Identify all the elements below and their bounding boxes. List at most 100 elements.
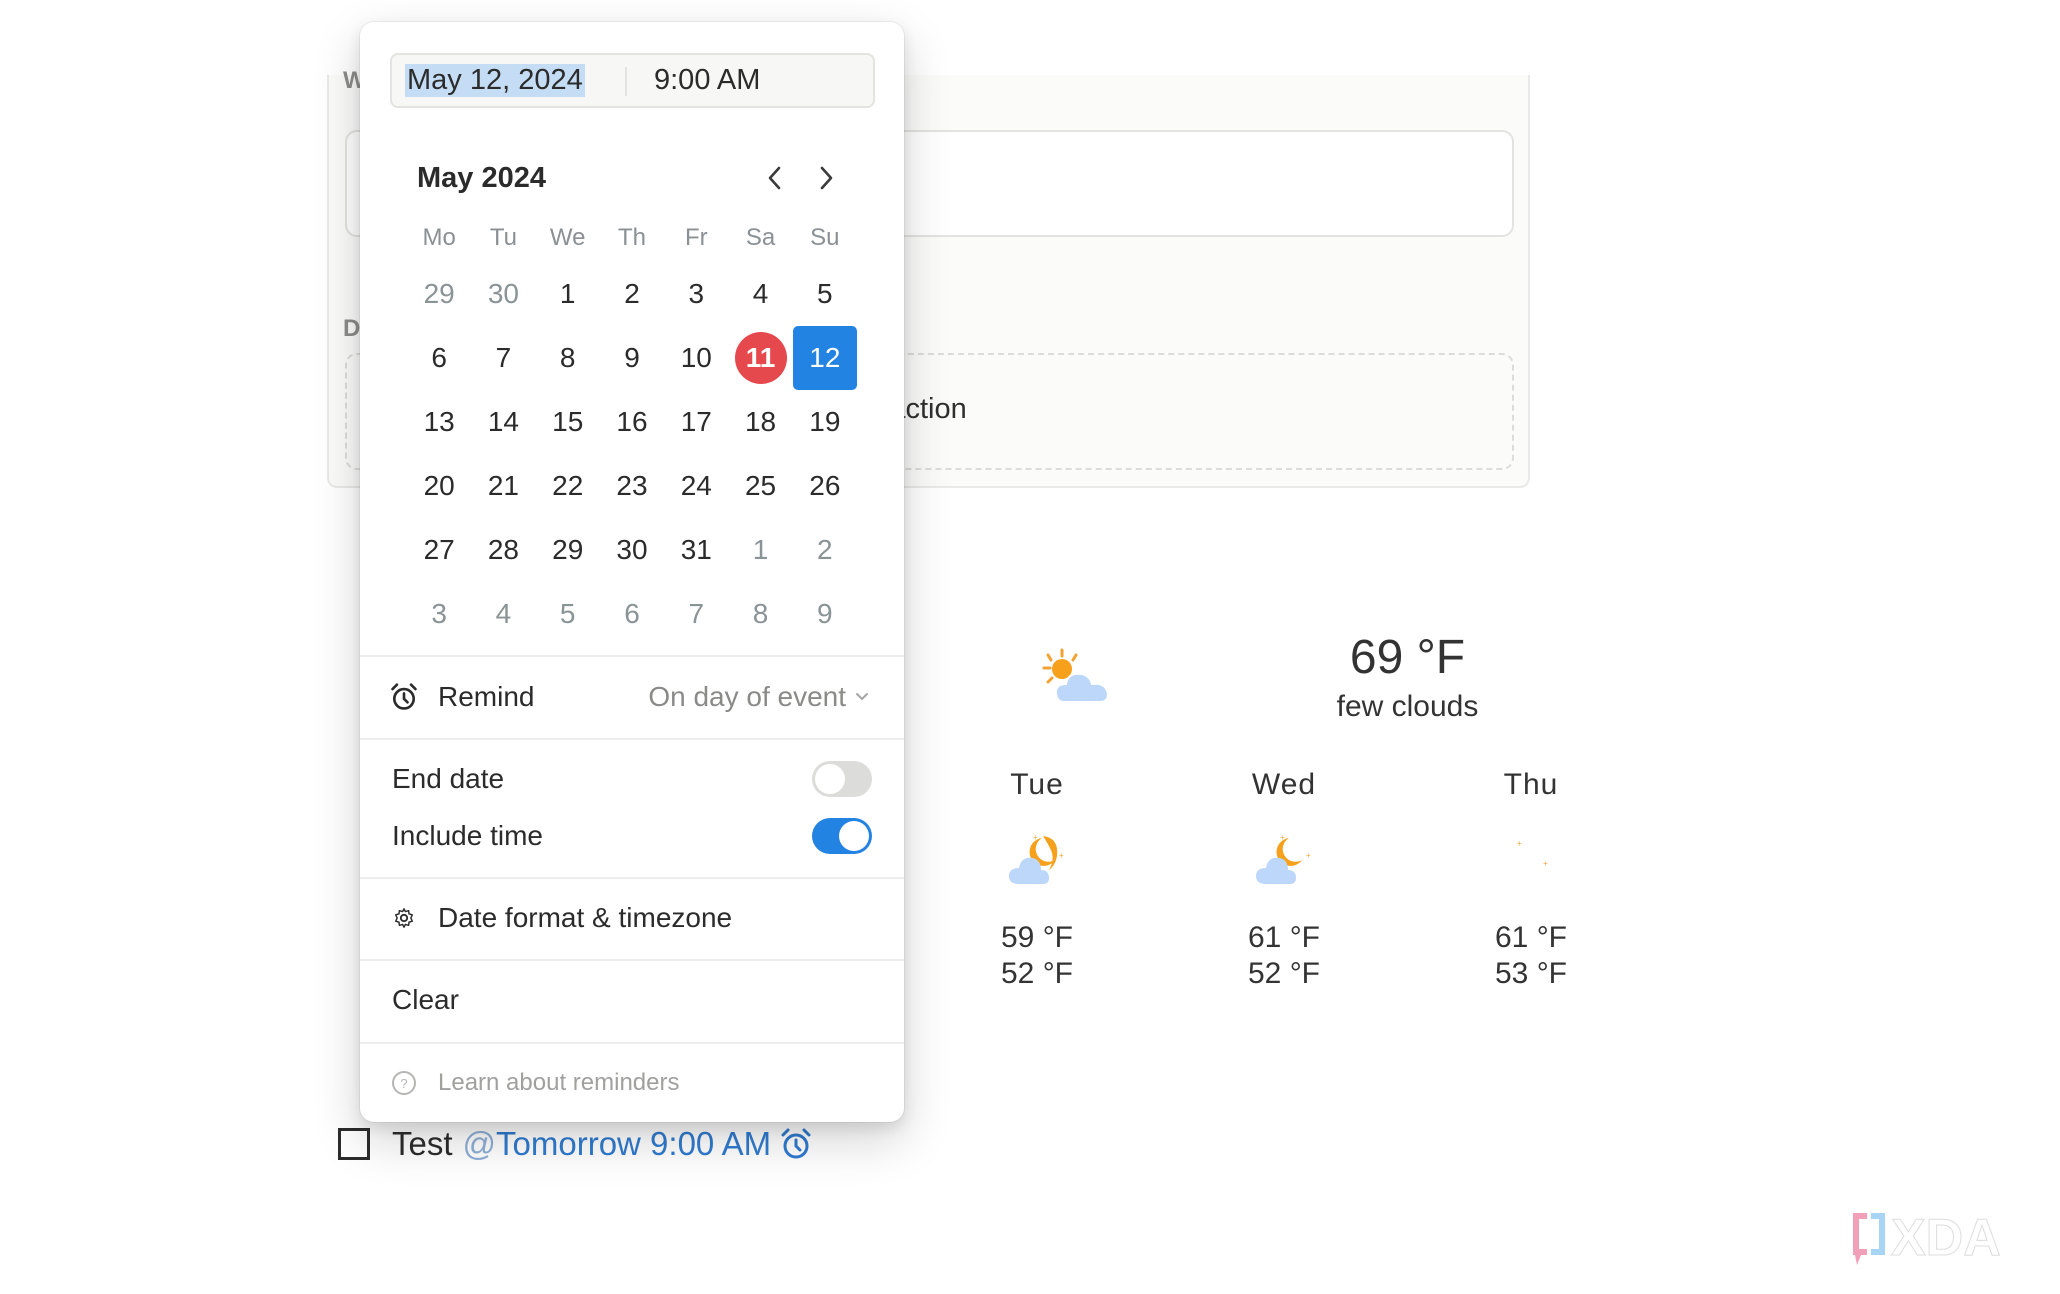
svg-text:+: + — [1306, 851, 1311, 860]
calendar-day-number: 22 — [552, 470, 584, 501]
calendar-day[interactable]: 4 — [471, 582, 535, 646]
calendar-day[interactable]: 9 — [793, 582, 857, 646]
forecast-day: Thu + + 61 °F 53 °F — [1451, 768, 1611, 992]
input-separator — [625, 67, 627, 96]
alarm-clock-icon[interactable] — [779, 1127, 813, 1161]
calendar-day[interactable]: 29 — [407, 262, 471, 326]
calendar-day[interactable]: 26 — [793, 454, 857, 518]
calendar-day[interactable]: 6 — [600, 582, 664, 646]
calendar-day[interactable]: 5 — [536, 582, 600, 646]
calendar-day[interactable]: 8 — [536, 326, 600, 390]
calendar-day[interactable]: 9 — [600, 326, 664, 390]
calendar-day[interactable]: 22 — [536, 454, 600, 518]
date-mention[interactable]: Tomorrow 9:00 AM — [496, 1125, 771, 1163]
section-label-partial: D — [343, 315, 361, 342]
calendar-week-row: 20 21 22 23 24 25 26 — [407, 454, 857, 518]
calendar-day[interactable]: 7 — [664, 582, 728, 646]
calendar-day[interactable]: 14 — [471, 390, 535, 454]
calendar-day-today[interactable]: 11 — [728, 326, 792, 390]
calendar-day[interactable]: 31 — [664, 518, 728, 582]
calendar-day[interactable]: 27 — [407, 518, 471, 582]
calendar-week-row: 3 4 5 6 7 8 9 — [407, 582, 857, 646]
remind-row[interactable]: Remind On day of event — [360, 677, 904, 717]
calendar-day[interactable]: 6 — [407, 326, 471, 390]
calendar-day[interactable]: 21 — [471, 454, 535, 518]
calendar-day[interactable]: 24 — [664, 454, 728, 518]
calendar-day-number: 8 — [559, 342, 576, 373]
calendar-day[interactable]: 1 — [728, 518, 792, 582]
calendar-day[interactable]: 28 — [471, 518, 535, 582]
calendar-day-number: 19 — [809, 406, 841, 437]
current-conditions: few clouds — [1336, 690, 1479, 723]
calendar-day[interactable]: 20 — [407, 454, 471, 518]
learn-about-reminders-link[interactable]: ? Learn about reminders — [360, 1063, 904, 1103]
clear-button[interactable]: Clear — [360, 980, 904, 1020]
calendar-day-number: 20 — [423, 470, 455, 501]
forecast-high: 61 °F — [1494, 921, 1568, 954]
calendar-day-number: 5 — [817, 278, 833, 309]
weekday-header-row: Mo Tu We Th Fr Sa Su — [407, 214, 857, 262]
date-mention-at[interactable]: @ — [463, 1125, 497, 1163]
calendar-day[interactable]: 7 — [471, 326, 535, 390]
calendar-day-number: 6 — [624, 598, 640, 629]
calendar-day[interactable]: 25 — [728, 454, 792, 518]
svg-text:+: + — [1033, 833, 1038, 842]
include-time-toggle[interactable] — [812, 818, 872, 854]
chevron-left-icon — [768, 166, 781, 190]
calendar-day-number: 29 — [552, 534, 584, 565]
learn-label: Learn about reminders — [438, 1069, 680, 1096]
calendar-day-number: 3 — [688, 278, 705, 309]
date-time-input[interactable]: May 12, 2024 9:00 AM — [390, 53, 875, 108]
calendar-day-number: 18 — [744, 406, 777, 437]
calendar-day[interactable]: 8 — [728, 582, 792, 646]
weekday-label: We — [549, 224, 586, 251]
sun-behind-cloud-icon — [1042, 648, 1110, 703]
time-input-value[interactable]: 9:00 AM — [654, 64, 760, 97]
calendar-day[interactable]: 30 — [600, 518, 664, 582]
calendar-day[interactable]: 4 — [728, 262, 792, 326]
toggle-knob — [815, 764, 845, 794]
calendar-day[interactable]: 18 — [728, 390, 792, 454]
calendar-day[interactable]: 16 — [600, 390, 664, 454]
previous-month-button[interactable] — [757, 160, 793, 196]
calendar-day-number: 2 — [817, 534, 833, 565]
forecast-day-name: Tue — [1010, 768, 1064, 801]
calendar-day[interactable]: 5 — [793, 262, 857, 326]
xda-watermark-logo: XDA — [1853, 1209, 2001, 1268]
end-date-toggle[interactable] — [812, 761, 872, 797]
todo-item: Test @ Tomorrow 9:00 AM — [338, 1120, 813, 1168]
date-picker-popup: May 12, 2024 9:00 AM May 2024 Mo Tu We Th Fr… — [360, 22, 904, 1122]
todo-checkbox[interactable] — [338, 1128, 370, 1160]
calendar-day[interactable]: 13 — [407, 390, 471, 454]
calendar-day-number: 9 — [817, 598, 833, 629]
calendar-day[interactable]: 2 — [793, 518, 857, 582]
calendar-day[interactable]: 3 — [407, 582, 471, 646]
todo-title[interactable]: Test — [392, 1125, 453, 1163]
calendar-day-number: 27 — [423, 534, 455, 565]
calendar-day[interactable]: 29 — [536, 518, 600, 582]
calendar-day[interactable]: 19 — [793, 390, 857, 454]
next-month-button[interactable] — [808, 160, 844, 196]
calendar-day[interactable]: 3 — [664, 262, 728, 326]
calendar-day[interactable]: 15 — [536, 390, 600, 454]
calendar-day-number: 30 — [616, 534, 648, 565]
weekday-label: Th — [617, 224, 646, 251]
calendar-day[interactable]: 30 — [471, 262, 535, 326]
date-format-timezone-button[interactable]: Date format & timezone — [360, 898, 904, 938]
watermark-text: XDA — [1891, 1209, 2001, 1267]
calendar-day-number: 8 — [752, 598, 769, 629]
calendar-day[interactable]: 17 — [664, 390, 728, 454]
date-input-value[interactable]: May 12, 2024 — [405, 64, 585, 97]
remind-dropdown[interactable]: On day of event — [648, 681, 870, 713]
moon-behind-cloud-icon: ++ — [1256, 833, 1311, 884]
weekday-label: Fr — [684, 224, 708, 251]
calendar-day[interactable]: 2 — [600, 262, 664, 326]
calendar-day[interactable]: 10 — [664, 326, 728, 390]
date-format-label: Date format & timezone — [438, 902, 733, 933]
calendar-grid: Mo Tu We Th Fr Sa Su 29 30 1 2 3 4 5 6 7 8 9 10 11 12 13 14 15… — [407, 214, 857, 646]
calendar-day-number: 5 — [559, 598, 576, 629]
remind-value: On day of event — [648, 681, 846, 712]
calendar-day-selected[interactable]: 12 — [792, 326, 857, 390]
calendar-day[interactable]: 1 — [536, 262, 600, 326]
calendar-day[interactable]: 23 — [600, 454, 664, 518]
